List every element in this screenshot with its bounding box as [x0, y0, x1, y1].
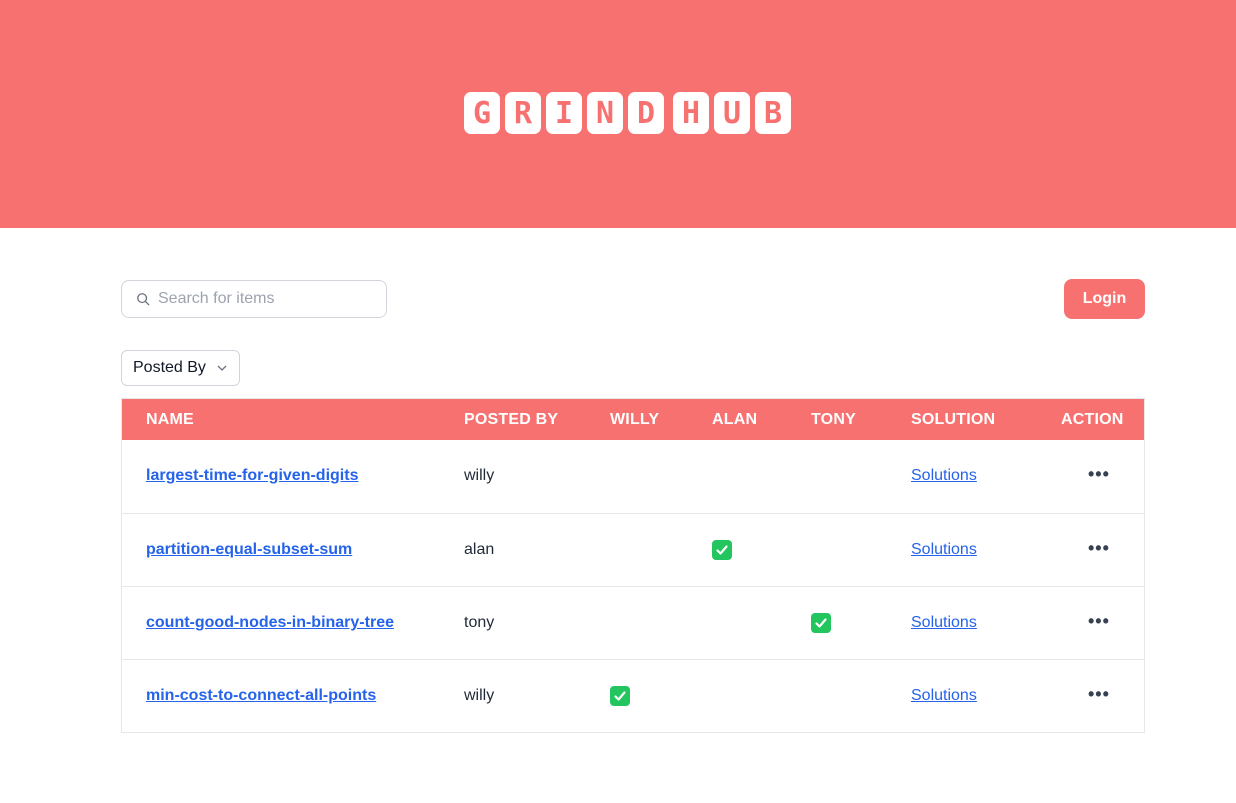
- posted-by-value: tony: [464, 614, 495, 631]
- search-input[interactable]: [158, 290, 358, 308]
- header-posted-by[interactable]: POSTED BY: [464, 411, 558, 429]
- filter-label: Posted By: [133, 359, 206, 376]
- solutions-link[interactable]: Solutions: [911, 541, 977, 559]
- solutions-link[interactable]: Solutions: [911, 614, 977, 632]
- chevron-down-icon: [217, 365, 227, 371]
- search-icon: [137, 293, 150, 306]
- more-actions-icon[interactable]: •••: [1088, 611, 1110, 632]
- more-actions-icon[interactable]: •••: [1088, 538, 1110, 559]
- posted-by-value: willy: [464, 467, 495, 484]
- problem-link[interactable]: partition-equal-subset-sum: [146, 541, 352, 559]
- table-row: min-cost-to-connect-all-points willy Solut…: [122, 659, 1144, 732]
- header-alan[interactable]: ALAN: [712, 411, 757, 429]
- grind-hub-logo: G R I N D H U B: [461, 89, 794, 137]
- problems-table: NAME POSTED BY WILLY ALAN TONY SOLUTION …: [121, 398, 1145, 733]
- posted-by-value: willy: [464, 687, 495, 704]
- logo-letter: I: [543, 89, 585, 137]
- logo-letter: R: [502, 89, 544, 137]
- logo-letter: D: [625, 89, 667, 137]
- posted-by-value: alan: [464, 541, 495, 558]
- search-box[interactable]: [121, 280, 387, 318]
- hero-banner: G R I N D H U B: [0, 0, 1236, 228]
- login-button[interactable]: Login: [1064, 279, 1145, 319]
- logo-letter: B: [752, 89, 794, 137]
- check-icon: [811, 613, 831, 633]
- logo-letter: N: [584, 89, 626, 137]
- logo-letter: U: [711, 89, 753, 137]
- logo-letter: H: [670, 89, 712, 137]
- more-actions-icon[interactable]: •••: [1088, 684, 1110, 705]
- header-solution[interactable]: SOLUTION: [911, 411, 995, 429]
- check-icon: [610, 686, 630, 706]
- posted-by-filter[interactable]: Posted By: [121, 350, 240, 386]
- table-row: count-good-nodes-in-binary-tree tony Solut…: [122, 586, 1144, 659]
- problem-link[interactable]: min-cost-to-connect-all-points: [146, 687, 376, 705]
- table-header: NAME POSTED BY WILLY ALAN TONY SOLUTION …: [122, 399, 1144, 440]
- table-row: largest-time-for-given-digits willy Soluti…: [122, 440, 1144, 513]
- solutions-link[interactable]: Solutions: [911, 687, 977, 705]
- header-action: ACTION: [1061, 411, 1124, 428]
- more-actions-icon[interactable]: •••: [1088, 464, 1110, 485]
- header-willy[interactable]: WILLY: [610, 411, 659, 429]
- header-tony[interactable]: TONY: [811, 411, 856, 429]
- header-name[interactable]: NAME: [146, 411, 194, 429]
- problem-link[interactable]: count-good-nodes-in-binary-tree: [146, 614, 394, 632]
- check-icon: [712, 540, 732, 560]
- table-row: partition-equal-subset-sum alan Solutions •…: [122, 513, 1144, 586]
- problem-link[interactable]: largest-time-for-given-digits: [146, 467, 358, 485]
- logo-letter: G: [461, 89, 503, 137]
- solutions-link[interactable]: Solutions: [911, 467, 977, 485]
